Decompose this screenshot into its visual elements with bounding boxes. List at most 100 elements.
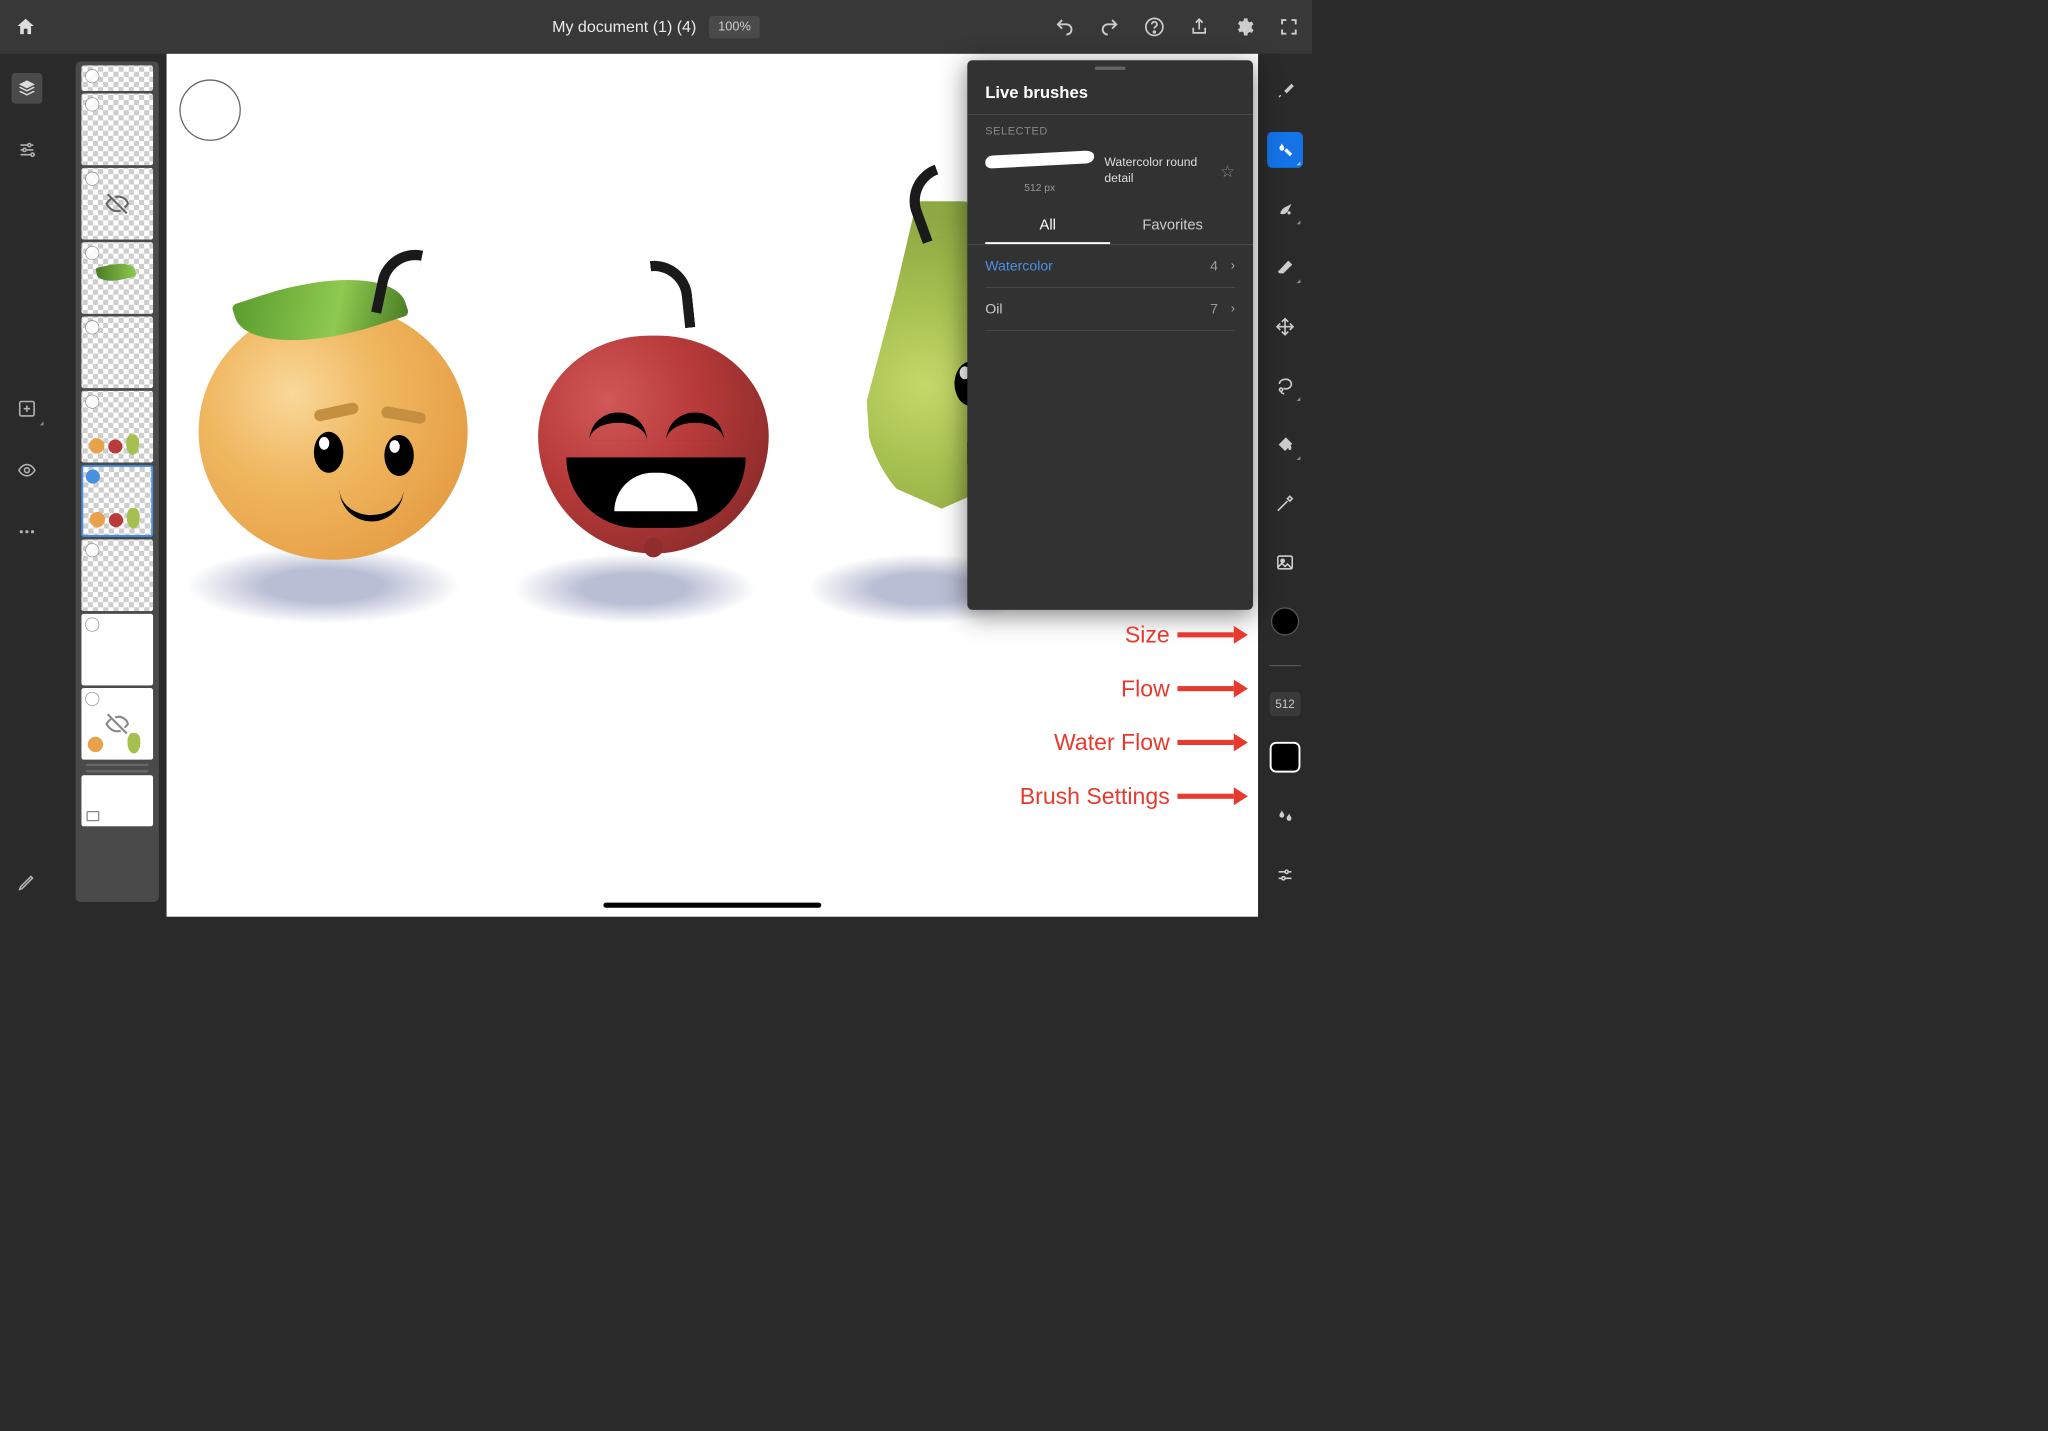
layers-panel[interactable] <box>76 61 159 901</box>
annotation-size: Size <box>1125 621 1248 648</box>
chevron-right-icon: › <box>1231 258 1235 273</box>
sliders-icon <box>17 140 36 159</box>
brush-category-oil[interactable]: Oil 7 › <box>967 288 1253 330</box>
home-button[interactable] <box>13 14 39 40</box>
move-icon <box>1275 317 1294 336</box>
layers-icon <box>17 79 36 98</box>
document-title: My document (1) (4) <box>552 18 696 37</box>
home-indicator <box>603 903 821 908</box>
tab-all[interactable]: All <box>985 207 1110 244</box>
visibility-tool[interactable] <box>12 455 43 486</box>
home-icon <box>15 16 37 38</box>
layer-thumb[interactable] <box>81 94 153 166</box>
settings-sliders-icon <box>1275 865 1294 884</box>
layer-thumb[interactable] <box>81 614 153 686</box>
move-tool[interactable] <box>1267 309 1303 345</box>
artwork-peach <box>199 304 468 560</box>
layer-thumb[interactable] <box>81 65 153 91</box>
droplet-brush-icon <box>1275 140 1294 159</box>
lasso-tool[interactable] <box>1267 368 1303 404</box>
layer-thumb[interactable] <box>81 775 153 826</box>
layer-thumb-selected[interactable] <box>81 465 153 537</box>
smudge-icon <box>1275 199 1294 218</box>
arrow-icon <box>1177 737 1247 747</box>
layer-thumb[interactable] <box>81 242 153 314</box>
arrow-icon <box>1177 684 1247 694</box>
hidden-icon <box>104 711 130 737</box>
annotation-label: Size <box>1125 621 1170 648</box>
help-button[interactable] <box>1144 17 1164 37</box>
share-button[interactable] <box>1189 17 1209 37</box>
document-title-wrap: My document (1) (4) 100% <box>552 16 760 38</box>
water-drops-icon <box>1275 807 1294 826</box>
eye-icon <box>17 461 36 480</box>
category-count: 7 <box>1210 300 1218 317</box>
image-icon <box>1275 553 1294 572</box>
more-tool[interactable] <box>12 516 43 547</box>
lasso-icon <box>1275 376 1294 395</box>
annotation-flow: Flow <box>1121 675 1248 702</box>
edit-tool[interactable] <box>12 867 43 898</box>
layers-tool[interactable] <box>12 73 43 104</box>
undo-button[interactable] <box>1054 17 1074 37</box>
artwork-shadow <box>512 553 755 623</box>
smudge-tool[interactable] <box>1267 191 1303 227</box>
bucket-icon <box>1275 435 1294 454</box>
layer-thumb[interactable] <box>81 316 153 388</box>
add-tool[interactable] <box>12 393 43 424</box>
fullscreen-button[interactable] <box>1279 17 1299 37</box>
eraser-tool[interactable] <box>1267 250 1303 286</box>
image-tool[interactable] <box>1267 545 1303 581</box>
category-count: 4 <box>1210 258 1218 275</box>
chevron-right-icon: › <box>1231 301 1235 316</box>
artwork-apple <box>538 336 769 554</box>
eraser-icon <box>1275 258 1294 277</box>
annotation-label: Flow <box>1121 675 1170 702</box>
layer-thumb[interactable] <box>81 391 153 463</box>
tab-favorites[interactable]: Favorites <box>1110 207 1235 244</box>
layer-thumb[interactable] <box>81 539 153 611</box>
current-color <box>1271 607 1299 635</box>
fill-tool[interactable] <box>1267 427 1303 463</box>
pencil-icon <box>17 872 36 891</box>
selected-label: SELECTED <box>967 115 1253 143</box>
brush-category-watercolor[interactable]: Watercolor 4 › <box>967 245 1253 287</box>
hidden-icon <box>104 191 130 217</box>
category-name: Watercolor <box>985 258 1210 275</box>
annotation-brush-settings: Brush Settings <box>1020 783 1248 810</box>
adjustments-tool[interactable] <box>12 135 43 166</box>
plus-square-icon <box>17 399 36 418</box>
annotation-label: Brush Settings <box>1020 783 1170 810</box>
brush-name: Watercolor round detail <box>1104 155 1209 187</box>
brush-size-text: 512 px <box>985 183 1094 195</box>
live-brush-tool[interactable] <box>1267 132 1303 168</box>
arrow-icon <box>1177 630 1247 640</box>
top-right-actions <box>1054 17 1299 37</box>
brush-flow-control[interactable] <box>1267 739 1303 775</box>
selected-brush-row[interactable]: 512 px Watercolor round detail ☆ <box>967 143 1253 207</box>
left-toolbar <box>0 54 54 917</box>
brush-icon <box>1275 81 1294 100</box>
brush-tool[interactable] <box>1267 73 1303 109</box>
brush-tabs: All Favorites <box>967 207 1253 245</box>
color-swatch[interactable] <box>1267 603 1303 639</box>
divider <box>1269 665 1301 666</box>
eyedropper-tool[interactable] <box>1267 486 1303 522</box>
water-flow-control[interactable] <box>1267 798 1303 834</box>
right-toolbar: 512 <box>1258 54 1312 917</box>
layer-thumb[interactable] <box>81 688 153 760</box>
brush-cursor <box>179 79 240 140</box>
zoom-level[interactable]: 100% <box>709 16 760 38</box>
live-brushes-panel: Live brushes SELECTED 512 px Watercolor … <box>967 60 1253 610</box>
eyedropper-icon <box>1275 494 1294 513</box>
favorite-star-button[interactable]: ☆ <box>1220 161 1235 181</box>
annotation-water-flow: Water Flow <box>1054 729 1248 756</box>
brush-size-control[interactable]: 512 <box>1270 692 1301 716</box>
settings-button[interactable] <box>1234 17 1254 37</box>
layer-thumb[interactable] <box>81 168 153 240</box>
brush-settings-control[interactable] <box>1267 857 1303 893</box>
category-name: Oil <box>985 300 1210 317</box>
brush-preview: 512 px <box>985 148 1094 194</box>
top-bar: My document (1) (4) 100% <box>0 0 1312 54</box>
redo-button[interactable] <box>1099 17 1119 37</box>
